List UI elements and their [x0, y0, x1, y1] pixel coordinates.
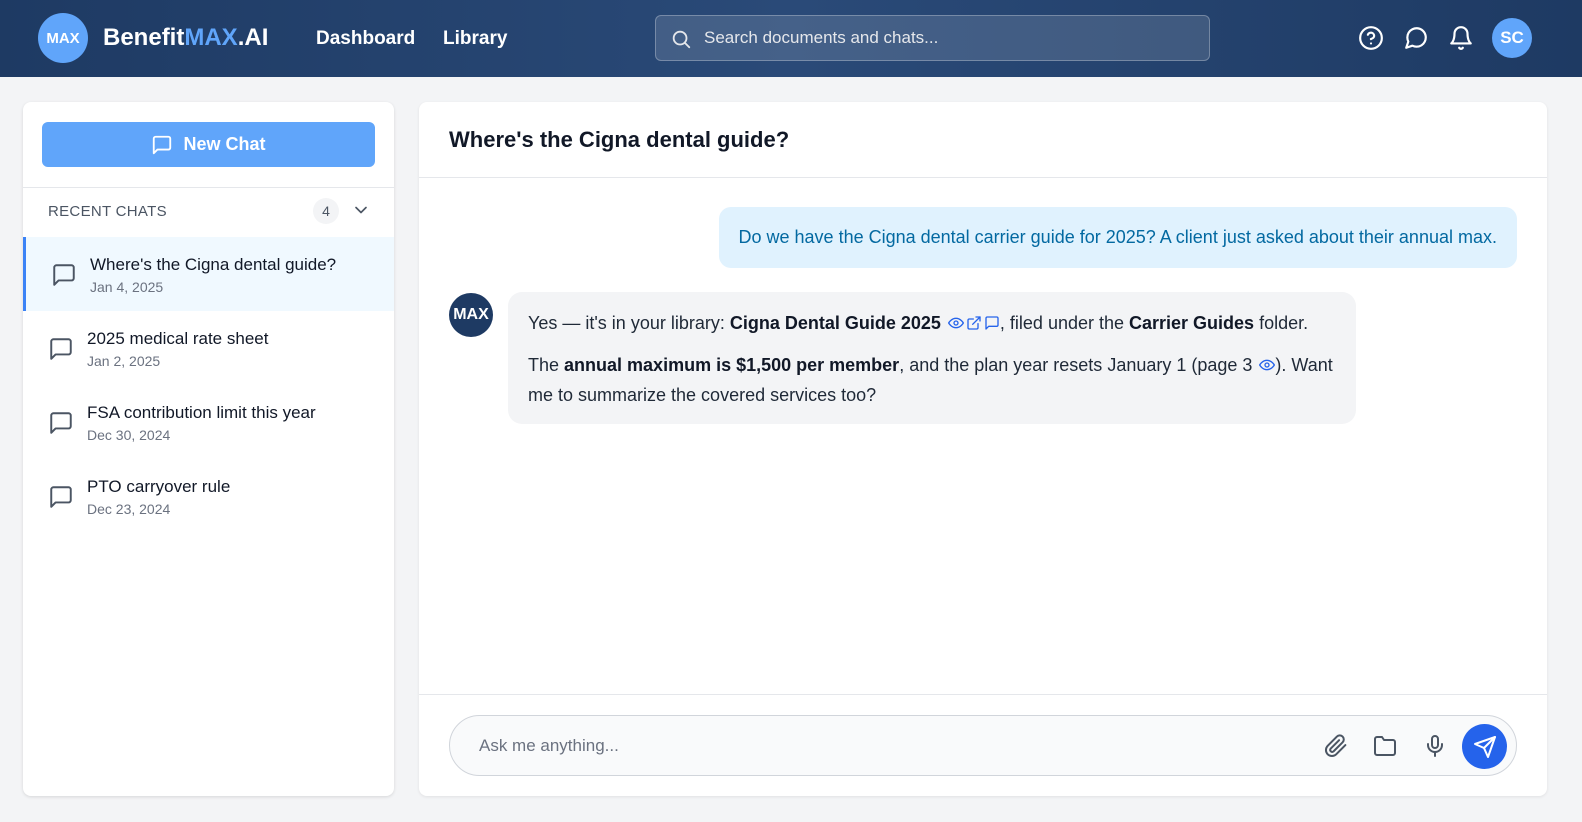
divider [419, 694, 1547, 695]
bot-message-paragraph: The annual maximum is $1,500 per member,… [528, 350, 1336, 410]
chat-list-item[interactable]: PTO carryover rule Dec 23, 2024 [23, 459, 394, 533]
folder-icon[interactable] [1373, 734, 1397, 758]
chat-item-title: 2025 medical rate sheet [87, 329, 269, 348]
chat-item-date: Jan 4, 2025 [90, 279, 164, 295]
message-square-icon[interactable] [984, 315, 1000, 331]
user-avatar[interactable]: SC [1492, 18, 1532, 58]
user-message-bubble: Do we have the Cigna dental carrier guid… [718, 207, 1517, 268]
message-input[interactable] [479, 716, 1299, 775]
new-chat-button[interactable]: New Chat [42, 122, 375, 167]
document-link[interactable]: Cigna Dental Guide 2025 [730, 313, 941, 333]
send-button[interactable] [1462, 724, 1507, 769]
logo-badge: MAX [38, 13, 88, 63]
chat-item-date: Dec 30, 2024 [87, 427, 171, 443]
chat-item-title: Where's the Cigna dental guide? [90, 255, 337, 274]
chat-sidebar: New Chat RECENT CHATS 4 Where's the Cign… [23, 102, 394, 796]
message-square-icon [50, 486, 72, 508]
chat-list-item[interactable]: FSA contribution limit this year Dec 30,… [23, 385, 394, 459]
bot-message-paragraph: Yes — it's in your library: Cigna Dental… [528, 308, 1336, 338]
bot-text: , and the plan year resets January 1 (pa… [899, 355, 1258, 375]
top-navigation-bar: MAX BenefitMAX.AI Dashboard Library SC [0, 0, 1582, 77]
chat-panel: Where's the Cigna dental guide? Do we ha… [419, 102, 1547, 796]
message-square-icon [50, 338, 72, 360]
bot-avatar: MAX [449, 293, 493, 337]
folder-name: Carrier Guides [1129, 313, 1255, 333]
divider [419, 177, 1547, 178]
bot-text: , filed under the [999, 313, 1130, 333]
eye-icon[interactable] [1259, 357, 1276, 373]
annual-max-highlight: annual maximum is $1,500 per member [564, 355, 900, 375]
chat-item-date: Jan 2, 2025 [87, 353, 161, 369]
brand-prefix: Benefit [103, 24, 185, 51]
message-square-icon [53, 264, 75, 286]
brand-suffix: .AI [237, 24, 269, 51]
message-square-icon [50, 412, 72, 434]
chat-item-title: FSA contribution limit this year [87, 403, 316, 422]
microphone-icon[interactable] [1423, 734, 1447, 758]
new-chat-label: New Chat [183, 134, 266, 154]
send-icon [1473, 735, 1496, 758]
chat-list-item[interactable]: Where's the Cigna dental guide? Jan 4, 2… [23, 237, 394, 311]
chevron-down-icon[interactable] [351, 200, 371, 220]
recent-chats-count: 4 [313, 198, 339, 224]
search-icon [672, 30, 691, 49]
bot-text: Yes — it's in your library: [528, 313, 730, 333]
message-circle-icon[interactable] [1403, 25, 1429, 51]
search-bar[interactable] [655, 15, 1210, 61]
message-composer [449, 715, 1517, 776]
chat-title: Where's the Cigna dental guide? [449, 127, 790, 152]
divider [23, 187, 394, 188]
chat-item-date: Dec 23, 2024 [87, 501, 171, 517]
brand-highlight: MAX [184, 24, 238, 51]
paperclip-icon[interactable] [1324, 734, 1348, 758]
bell-icon[interactable] [1448, 25, 1474, 51]
help-circle-icon[interactable] [1358, 25, 1384, 51]
brand-name: BenefitMAX.AI [103, 24, 268, 52]
recent-chats-heading: RECENT CHATS [48, 203, 167, 220]
external-link-icon[interactable] [966, 315, 982, 331]
nav-library[interactable]: Library [443, 28, 507, 50]
bot-text: The [528, 355, 565, 375]
eye-icon[interactable] [947, 315, 964, 331]
bot-text: folder. [1254, 313, 1309, 333]
chat-list-item[interactable]: 2025 medical rate sheet Jan 2, 2025 [23, 311, 394, 385]
message-square-icon [153, 135, 172, 154]
nav-dashboard[interactable]: Dashboard [316, 28, 415, 50]
search-input[interactable] [704, 16, 1194, 60]
chat-item-title: PTO carryover rule [87, 477, 231, 496]
bot-message-bubble: Yes — it's in your library: Cigna Dental… [508, 292, 1356, 424]
